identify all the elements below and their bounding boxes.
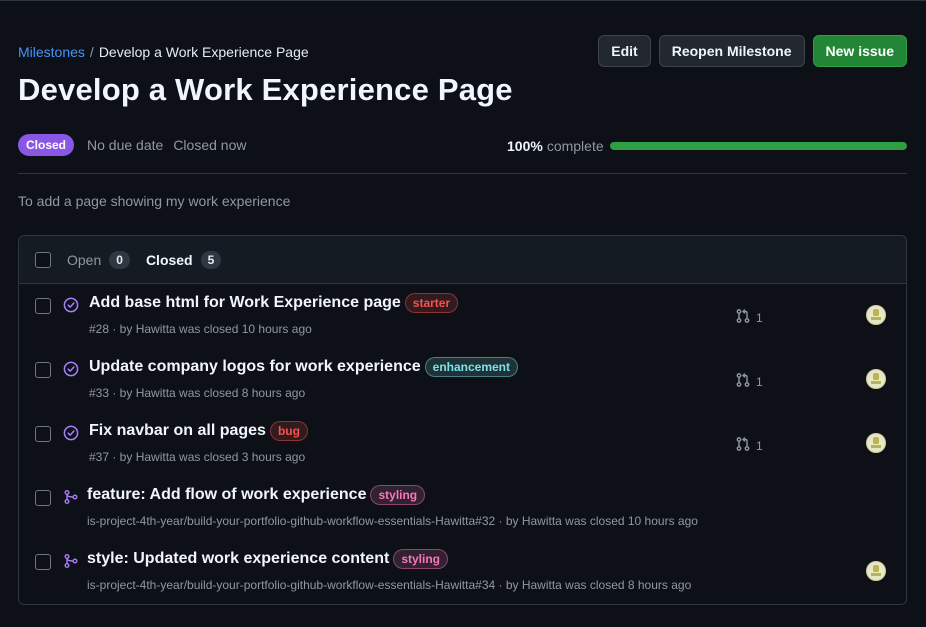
- issue-row: Fix navbar on all pages bug #37 · by Hawit…: [19, 412, 906, 476]
- linked-pr-icon: [735, 372, 756, 391]
- linked-pr-count[interactable]: 1: [735, 308, 763, 327]
- page-title: Develop a Work Experience Page: [18, 72, 513, 107]
- item-title[interactable]: Update company logos for work experience: [89, 358, 421, 376]
- linked-pr-count[interactable]: 1: [735, 372, 763, 391]
- linked-pr-icon: [735, 308, 756, 327]
- tab-closed-label: Closed: [145, 251, 193, 268]
- breadcrumb: Milestones / Develop a Work Experience Pag…: [18, 44, 309, 60]
- issues-list: Open 0 Closed 5 Add base html for Work E…: [18, 235, 907, 605]
- issue-closed-icon: [63, 361, 79, 377]
- item-label[interactable]: bug: [269, 421, 308, 441]
- issue-row: Add base html for Work Experience page st…: [19, 284, 906, 348]
- item-label[interactable]: styling: [370, 485, 426, 505]
- breadcrumb-separator: /: [89, 44, 94, 60]
- linked-pr-number: 1: [756, 438, 763, 453]
- progress-bar: [610, 142, 907, 150]
- milestone-actions: Edit Reopen Milestone New issue: [598, 35, 907, 67]
- item-title[interactable]: style: Updated work experience content: [87, 550, 389, 568]
- linked-pr-number: 1: [756, 310, 763, 325]
- item-label[interactable]: styling: [393, 549, 448, 569]
- avatar[interactable]: [866, 305, 886, 325]
- issues-rows: Add base html for Work Experience page st…: [19, 284, 906, 604]
- due-date-text: No due date: [87, 137, 164, 153]
- avatar[interactable]: [866, 561, 886, 581]
- item-title[interactable]: Fix navbar on all pages: [89, 422, 266, 440]
- divider: [18, 173, 907, 174]
- item-meta: is-project-4th-year/build-your-portfolio…: [87, 514, 698, 528]
- status-badge: Closed: [18, 134, 75, 156]
- row-checkbox[interactable]: [35, 554, 51, 570]
- item-meta: #33 · by Hawitta was closed 8 hours ago: [89, 386, 306, 400]
- linked-pr-icon: [735, 436, 756, 455]
- issue-closed-icon: [63, 297, 79, 313]
- pull-request-closed-icon: [63, 489, 79, 505]
- item-title[interactable]: Add base html for Work Experience page: [89, 294, 401, 312]
- progress-fill: [610, 142, 907, 150]
- tab-closed[interactable]: Closed 5: [145, 250, 222, 269]
- avatar[interactable]: [866, 369, 886, 389]
- breadcrumb-current: Develop a Work Experience Page: [98, 44, 309, 60]
- item-meta: #28 · by Hawitta was closed 10 hours ago: [89, 322, 312, 336]
- row-checkbox[interactable]: [35, 362, 51, 378]
- item-label[interactable]: enhancement: [424, 357, 518, 377]
- edit-button[interactable]: Edit: [598, 35, 651, 67]
- breadcrumb-milestones-link[interactable]: Milestones: [18, 44, 85, 60]
- new-issue-button[interactable]: New issue: [812, 35, 907, 67]
- linked-pr-count[interactable]: 1: [735, 436, 763, 455]
- item-meta: #37 · by Hawitta was closed 3 hours ago: [89, 450, 306, 464]
- issue-row: Update company logos for work experience…: [19, 348, 906, 412]
- tab-closed-count: 5: [200, 250, 222, 269]
- reopen-milestone-button[interactable]: Reopen Milestone: [658, 35, 805, 67]
- avatar[interactable]: [866, 433, 886, 453]
- pull-request-row: feature: Add flow of work experience styl…: [19, 476, 906, 540]
- pull-request-row: style: Updated work experience content st…: [19, 540, 906, 604]
- item-title[interactable]: feature: Add flow of work experience: [87, 486, 366, 504]
- row-checkbox[interactable]: [35, 490, 51, 506]
- tab-open[interactable]: Open 0: [67, 250, 130, 269]
- issues-list-header: Open 0 Closed 5: [19, 236, 906, 284]
- progress-percent: 100%: [507, 138, 543, 154]
- progress-suffix: complete: [546, 138, 604, 154]
- item-meta: is-project-4th-year/build-your-portfolio…: [87, 578, 692, 592]
- closed-date-text: Closed now: [173, 137, 247, 153]
- tab-open-count: 0: [109, 250, 130, 269]
- milestone-meta: Closed No due date Closed now: [18, 134, 246, 156]
- select-all-checkbox[interactable]: [35, 251, 51, 268]
- row-checkbox[interactable]: [35, 426, 51, 442]
- linked-pr-number: 1: [756, 374, 763, 389]
- tab-open-label: Open: [67, 251, 102, 268]
- row-checkbox[interactable]: [35, 298, 51, 314]
- issue-closed-icon: [63, 425, 79, 441]
- item-label[interactable]: starter: [404, 293, 459, 313]
- pull-request-closed-icon: [63, 553, 79, 569]
- milestone-description: To add a page showing my work experience: [18, 193, 291, 209]
- top-border: [0, 0, 926, 3]
- progress-text: 100% complete: [507, 138, 604, 154]
